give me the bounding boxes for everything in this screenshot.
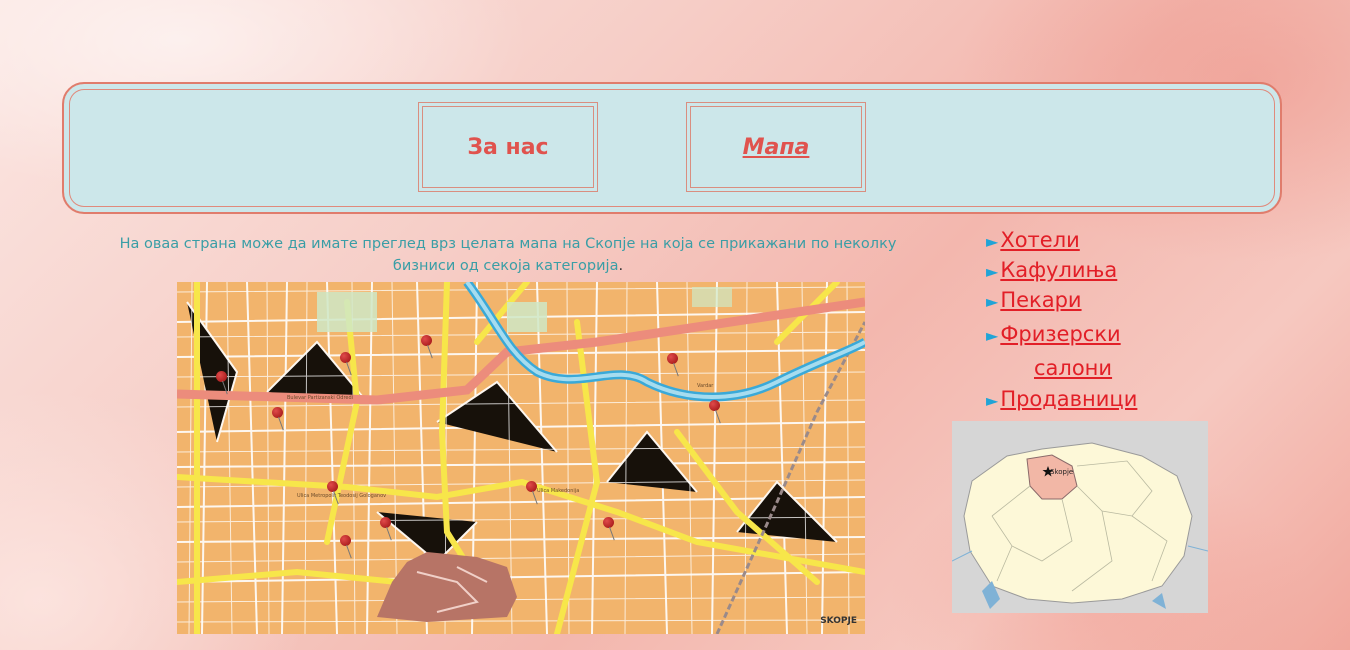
category-shops-label: Продавници: [1000, 387, 1138, 411]
category-cafes-link[interactable]: ►Кафулиња: [986, 256, 1186, 286]
map-pin[interactable]: [340, 352, 352, 376]
intro-text: На оваа страна може да имате преглед врз…: [118, 233, 898, 277]
map-pin[interactable]: [421, 335, 433, 359]
arrow-icon: ►: [986, 232, 999, 251]
category-bakeries-label: Пекари: [1000, 288, 1082, 312]
nav-map-button[interactable]: Мапа: [686, 102, 866, 192]
region-map: Skopje: [952, 421, 1208, 613]
intro-sentence: На оваа страна може да имате преглед врз…: [119, 236, 897, 274]
map-pin[interactable]: [216, 371, 228, 395]
city-map[interactable]: Bulevar Partizanski Odredi Ulica Makedon…: [177, 282, 865, 634]
map-pin[interactable]: [340, 535, 352, 559]
category-shops-link[interactable]: ►Продавници: [986, 385, 1186, 415]
map-pin[interactable]: [526, 481, 538, 505]
map-city-label: SKOPJE: [820, 616, 857, 626]
intro-period: .: [618, 258, 624, 274]
region-city-label: Skopje: [1050, 468, 1074, 476]
map-pin[interactable]: [327, 481, 339, 505]
header-frame: За нас Мапа: [62, 82, 1282, 214]
svg-text:Ulica Makedonija: Ulica Makedonija: [537, 488, 579, 494]
map-pin[interactable]: [709, 400, 721, 424]
map-pin[interactable]: [603, 517, 615, 541]
arrow-icon: ►: [986, 391, 999, 410]
category-cafes-label: Кафулиња: [1000, 258, 1118, 282]
category-hair-salons-label-line2: салони: [1034, 356, 1113, 380]
arrow-icon: ►: [986, 262, 999, 281]
map-pin[interactable]: [272, 407, 284, 431]
category-hair-salons-label-line1: Фризерски: [1000, 322, 1121, 346]
svg-text:Ulica Metropolit Teodosij Golo: Ulica Metropolit Teodosij Gologanov: [297, 493, 386, 499]
arrow-icon: ►: [986, 292, 999, 311]
map-pin[interactable]: [380, 517, 392, 541]
nav-about-button[interactable]: За нас: [418, 102, 598, 192]
arrow-icon: ►: [986, 326, 999, 345]
category-hotels-link[interactable]: ►Хотели: [986, 226, 1186, 256]
svg-text:Vardar: Vardar: [697, 383, 714, 389]
category-hair-salons-link[interactable]: ►Фризерски салони: [986, 318, 1186, 385]
category-bakeries-link[interactable]: ►Пекари: [986, 286, 1186, 316]
city-map-graphic: Bulevar Partizanski Odredi Ulica Makedon…: [177, 282, 865, 634]
region-map-graphic: [952, 421, 1208, 613]
category-list: ►Хотели ►Кафулиња ►Пекари ►Фризерски сало…: [986, 226, 1186, 415]
svg-text:Bulevar Partizanski Odredi: Bulevar Partizanski Odredi: [287, 395, 353, 401]
map-pin[interactable]: [667, 353, 679, 377]
category-hotels-label: Хотели: [1000, 228, 1080, 252]
